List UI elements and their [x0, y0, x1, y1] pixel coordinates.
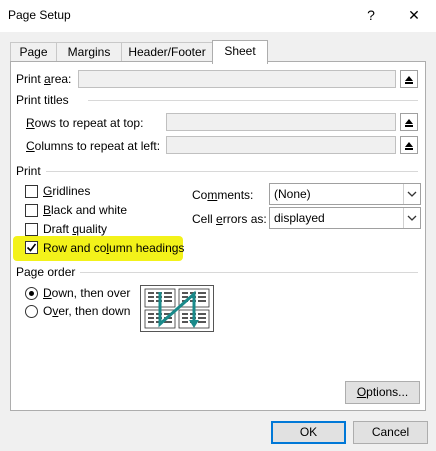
tab-header-footer[interactable]: Header/Footer — [121, 42, 213, 63]
tab-margins[interactable]: Margins — [56, 42, 122, 63]
print-area-collapse-button[interactable] — [400, 70, 418, 88]
dialog-title: Page Setup — [8, 8, 71, 22]
down-then-over-radio[interactable] — [25, 287, 38, 300]
black-and-white-label: Black and white — [43, 203, 128, 217]
page-order-preview — [140, 285, 214, 332]
ok-button[interactable]: OK — [271, 421, 346, 444]
options-button[interactable]: Options... — [345, 381, 420, 404]
checkmark-icon — [26, 243, 37, 252]
columns-repeat-input[interactable] — [166, 136, 396, 154]
title-bar: Page Setup ? ✕ — [0, 0, 436, 32]
print-divider — [46, 171, 418, 172]
cell-errors-label: Cell errors as: — [192, 212, 267, 226]
columns-repeat-label: Columns to repeat at left: — [26, 139, 161, 153]
cell-errors-select[interactable]: displayed — [269, 207, 421, 229]
rows-repeat-input[interactable] — [166, 113, 396, 131]
print-heading: Print — [16, 164, 41, 178]
comments-select[interactable]: (None) — [269, 183, 421, 205]
rows-repeat-label: Rows to repeat at top: — [26, 116, 144, 130]
help-button[interactable]: ? — [360, 4, 382, 26]
tab-sheet[interactable]: Sheet — [212, 40, 268, 64]
black-and-white-checkbox[interactable] — [25, 204, 38, 217]
cell-errors-value: displayed — [274, 211, 325, 225]
collapse-arrow-icon — [405, 76, 413, 84]
draft-quality-checkbox[interactable] — [25, 223, 38, 236]
gridlines-checkbox[interactable] — [25, 185, 38, 198]
comments-value: (None) — [274, 187, 311, 201]
page-order-divider — [80, 272, 418, 273]
over-then-down-radio[interactable] — [25, 305, 38, 318]
columns-repeat-collapse-button[interactable] — [400, 136, 418, 154]
tab-page[interactable]: Page — [10, 42, 57, 63]
gridlines-label: Gridlines — [43, 184, 91, 198]
print-titles-heading: Print titles — [16, 93, 69, 107]
chevron-down-icon — [403, 208, 420, 228]
rows-repeat-collapse-button[interactable] — [400, 113, 418, 131]
collapse-arrow-icon — [405, 119, 413, 127]
print-area-label: Print area: — [16, 72, 72, 86]
collapse-arrow-icon — [405, 142, 413, 150]
comments-label: Comments: — [192, 188, 254, 202]
row-column-headings-label: Row and column headings — [43, 241, 185, 255]
cancel-button[interactable]: Cancel — [353, 421, 428, 444]
page-order-diagram-icon — [144, 288, 210, 329]
row-column-headings-checkbox[interactable] — [25, 241, 38, 254]
close-button[interactable]: ✕ — [403, 4, 425, 26]
print-area-input[interactable] — [78, 70, 396, 88]
print-titles-divider — [88, 100, 418, 101]
page-order-heading: Page order — [16, 265, 76, 279]
over-then-down-label: Over, then down — [43, 304, 131, 318]
draft-quality-label: Draft quality — [43, 222, 108, 236]
down-then-over-label: Down, then over — [43, 286, 131, 300]
chevron-down-icon — [403, 184, 420, 204]
radio-selected-dot — [29, 291, 34, 296]
